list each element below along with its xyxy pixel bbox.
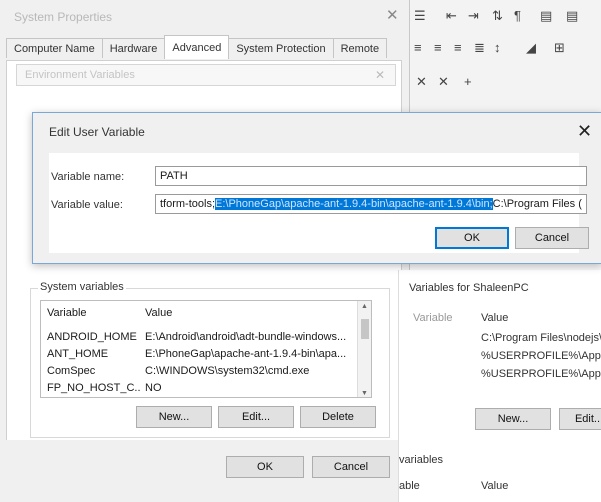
dialog-title: Edit User Variable	[49, 125, 145, 139]
cancel-button[interactable]: Cancel	[312, 456, 390, 478]
scroll-up-icon[interactable]: ▲	[361, 303, 368, 310]
system-edit-button[interactable]: Edit...	[218, 406, 294, 428]
scroll-down-icon[interactable]: ▼	[361, 390, 368, 397]
row-variable: ANT_HOME	[47, 348, 109, 360]
table-row[interactable]: ANDROID_HOME E:\Android\android\adt-bund…	[41, 329, 371, 346]
variable-value-input[interactable]: tform-tools;E:\PhoneGap\apache-ant-1.9.4…	[155, 194, 587, 214]
style-icon[interactable]: ▤	[540, 8, 552, 24]
row-variable: ANDROID_HOME	[47, 331, 137, 343]
dialog-ok-button[interactable]: OK	[435, 227, 509, 249]
user-value-1: C:\Program Files\nodejs\	[481, 332, 601, 344]
align-center-icon[interactable]: ≡	[434, 40, 442, 55]
edit-user-variable-dialog: Edit User Variable ✕ Variable name: PATH…	[32, 112, 601, 264]
tab-computer-name[interactable]: Computer Name	[6, 38, 103, 58]
system-delete-button[interactable]: Delete	[300, 406, 376, 428]
ribbon-toolbar: ☰ ⇤ ⇥ ⇅ ¶ ▤ ▤ ≡ ≡ ≡ ≣ ↕ ◢ ⊞ ✕ ✕ +	[410, 0, 601, 120]
align-left-icon[interactable]: ≡	[414, 40, 422, 55]
close-icon[interactable]: ✕	[577, 121, 592, 142]
variable-name-label: Variable name:	[51, 171, 125, 183]
user-new-button[interactable]: New...	[475, 408, 551, 430]
plus-icon[interactable]: +	[464, 74, 472, 89]
column-header-variable[interactable]: Variable	[413, 312, 453, 324]
lower-group-title: variables	[399, 454, 444, 466]
user-variables-title: Variables for ShaleenPC	[409, 282, 529, 294]
system-variables-title: System variables	[38, 281, 126, 293]
user-variables-panel: Variables for ShaleenPC Variable Value C…	[398, 270, 601, 502]
column-header-value[interactable]: Value	[481, 312, 508, 324]
user-value-2: %USERPROFILE%\AppD	[481, 350, 601, 362]
tab-strip: Computer Name Hardware Advanced System P…	[6, 35, 388, 60]
table-row[interactable]: FP_NO_HOST_C... NO	[41, 380, 371, 397]
variable-name-text: PATH	[160, 170, 188, 182]
system-new-button[interactable]: New...	[136, 406, 212, 428]
table-row[interactable]: ANT_HOME E:\PhoneGap\apache-ant-1.9.4-bi…	[41, 346, 371, 363]
row-value: E:\Android\android\adt-bundle-windows...	[145, 331, 347, 343]
show-marks-icon[interactable]: ¶	[514, 8, 521, 23]
env-vars-title: Environment Variables	[25, 69, 135, 81]
column-header-value[interactable]: Value	[145, 307, 355, 319]
variable-name-input[interactable]: PATH	[155, 166, 587, 186]
row-value: E:\PhoneGap\apache-ant-1.9.4-bin\apa...	[145, 348, 347, 360]
tab-system-protection[interactable]: System Protection	[228, 38, 334, 58]
row-variable: FP_NO_HOST_C...	[47, 382, 141, 394]
window-title: System Properties	[14, 10, 113, 24]
column-header-variable[interactable]: Variable	[47, 307, 141, 319]
vertical-scrollbar[interactable]: ▲ ▼	[357, 301, 371, 397]
style-icon[interactable]: ▤	[566, 8, 578, 24]
close-icon[interactable]: ✕	[375, 68, 385, 82]
sort-icon[interactable]: ⇅	[492, 8, 503, 24]
environment-variables-header: Environment Variables ✕	[16, 64, 396, 86]
value-suffix: C:\Program Files (	[492, 198, 582, 210]
borders-icon[interactable]: ⊞	[554, 40, 565, 56]
column-header-value[interactable]: Value	[481, 480, 508, 492]
ok-button[interactable]: OK	[226, 456, 304, 478]
user-edit-button[interactable]: Edit...	[559, 408, 601, 430]
justify-icon[interactable]: ≣	[474, 40, 485, 56]
variable-value-label: Variable value:	[51, 199, 123, 211]
cross-icon[interactable]: ✕	[438, 74, 449, 90]
scrollbar-thumb[interactable]	[361, 319, 369, 339]
indent-increase-icon[interactable]: ⇥	[468, 8, 479, 24]
shading-icon[interactable]: ◢	[526, 40, 536, 56]
tab-hardware[interactable]: Hardware	[101, 38, 166, 58]
column-header-variable[interactable]: able	[399, 480, 420, 492]
row-value: C:\WINDOWS\system32\cmd.exe	[145, 365, 310, 377]
row-variable: ComSpec	[47, 365, 96, 377]
bullets-icon[interactable]: ☰	[414, 8, 426, 24]
table-row[interactable]: ComSpec C:\WINDOWS\system32\cmd.exe	[41, 363, 371, 380]
dialog-cancel-button[interactable]: Cancel	[515, 227, 589, 249]
value-selection: E:\PhoneGap\apache-ant-1.9.4-bin\apache-…	[215, 198, 493, 210]
user-value-3: %USERPROFILE%\AppD	[481, 368, 601, 380]
row-value: NO	[145, 382, 162, 394]
close-icon[interactable]: ✕	[386, 6, 399, 24]
line-spacing-icon[interactable]: ↕	[494, 40, 501, 55]
tab-remote[interactable]: Remote	[332, 38, 388, 58]
close-icon[interactable]: ✕	[416, 74, 427, 90]
indent-decrease-icon[interactable]: ⇤	[446, 8, 457, 24]
table-header: Variable Value	[41, 305, 371, 322]
system-variables-table[interactable]: Variable Value ANDROID_HOME E:\Android\a…	[40, 300, 372, 398]
align-right-icon[interactable]: ≡	[454, 40, 462, 55]
tab-advanced[interactable]: Advanced	[164, 35, 230, 59]
value-prefix: tform-tools;	[160, 198, 216, 210]
